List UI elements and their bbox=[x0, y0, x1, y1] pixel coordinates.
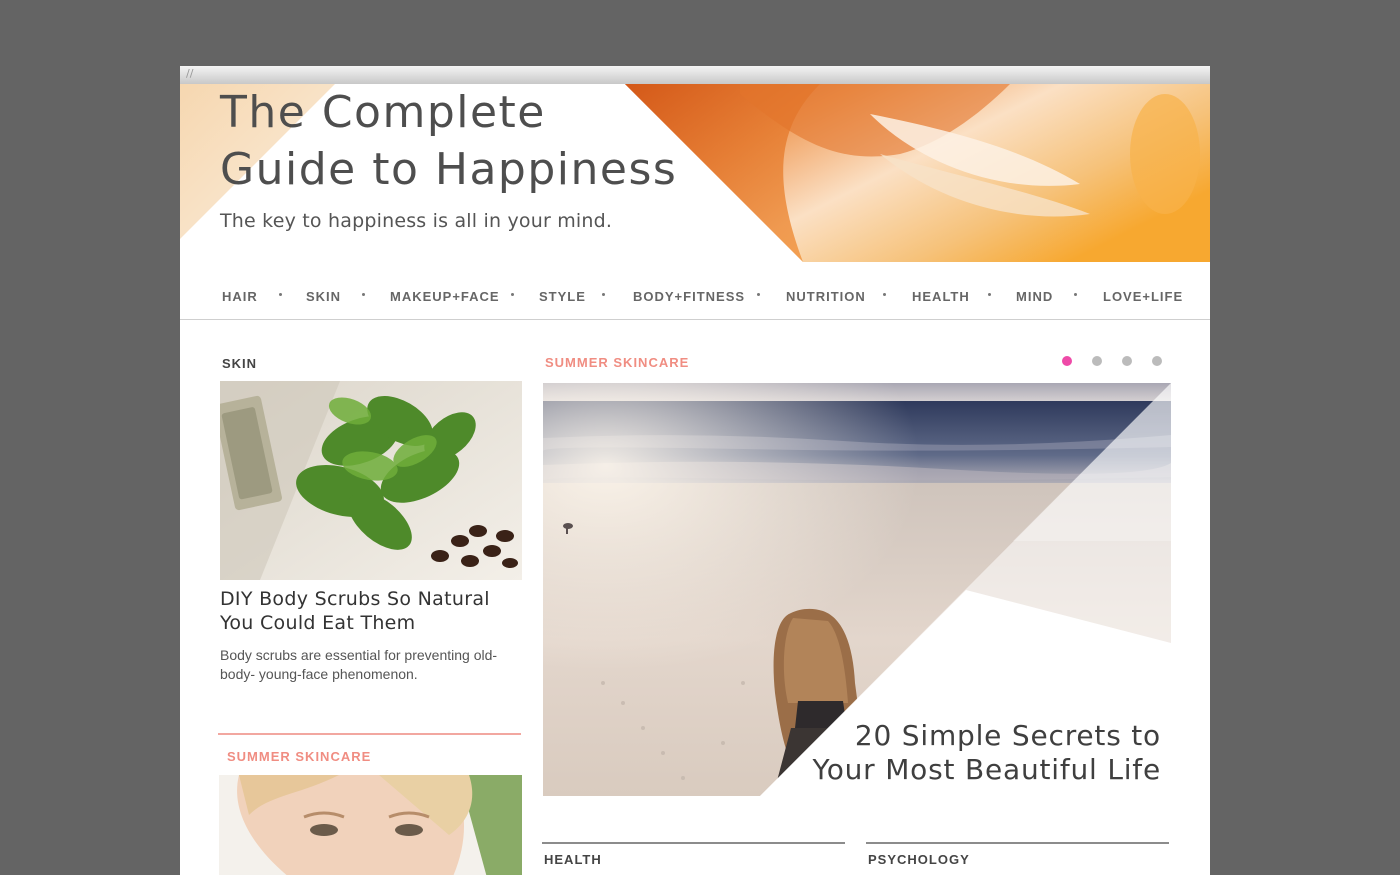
featured-article-title[interactable]: 20 Simple Secrets to Your Most Beautiful… bbox=[801, 719, 1161, 787]
nav-item-nutrition[interactable]: NUTRITION bbox=[786, 289, 866, 304]
nav-item-love-life[interactable]: LOVE+LIFE bbox=[1103, 289, 1183, 304]
article-title[interactable]: DIY Body Scrubs So Natural You Could Eat… bbox=[220, 587, 510, 635]
section-label-skin[interactable]: SKIN bbox=[222, 356, 257, 371]
resize-grip[interactable]: // bbox=[186, 67, 193, 80]
nav-item-hair[interactable]: HAIR bbox=[222, 289, 258, 304]
nav-item-makeup-face[interactable]: MAKEUP+FACE bbox=[390, 289, 500, 304]
section-divider bbox=[218, 733, 521, 735]
nav-item-body-fitness[interactable]: BODY+FITNESS bbox=[633, 289, 745, 304]
nav-separator bbox=[279, 293, 282, 296]
article-image-2[interactable] bbox=[219, 775, 522, 875]
nav-separator bbox=[602, 293, 605, 296]
section-label-health[interactable]: HEALTH bbox=[544, 852, 602, 867]
carousel-dot-4[interactable] bbox=[1152, 356, 1162, 366]
window-titlebar[interactable]: // bbox=[180, 66, 1210, 84]
section-divider bbox=[542, 842, 845, 844]
article-image[interactable] bbox=[220, 381, 522, 580]
featured-title-line-2: Your Most Beautiful Life bbox=[812, 753, 1161, 786]
section-divider bbox=[866, 842, 1169, 844]
nav-item-style[interactable]: STYLE bbox=[539, 289, 586, 304]
nav-separator bbox=[511, 293, 514, 296]
nav-item-skin[interactable]: SKIN bbox=[306, 289, 341, 304]
page-title: The Complete Guide to Happiness bbox=[220, 84, 780, 198]
nav-separator bbox=[1074, 293, 1077, 296]
section-label-psychology[interactable]: PSYCHOLOGY bbox=[868, 852, 970, 867]
carousel-dot-1[interactable] bbox=[1062, 356, 1072, 366]
category-nav: HAIR SKIN MAKEUP+FACE STYLE BODY+FITNESS… bbox=[180, 262, 1210, 320]
hero-banner: The Complete Guide to Happiness The key … bbox=[180, 84, 1210, 262]
nav-separator bbox=[757, 293, 760, 296]
nav-separator bbox=[362, 293, 365, 296]
section-label-summer-skincare[interactable]: SUMMER SKINCARE bbox=[227, 749, 371, 764]
woman-portrait-image bbox=[219, 775, 522, 875]
feature-section-label[interactable]: SUMMER SKINCARE bbox=[545, 355, 689, 370]
featured-article[interactable]: 20 Simple Secrets to Your Most Beautiful… bbox=[543, 383, 1171, 796]
nav-item-mind[interactable]: MIND bbox=[1016, 289, 1053, 304]
page-title-line-2: Guide to Happiness bbox=[220, 144, 678, 195]
carousel-dot-3[interactable] bbox=[1122, 356, 1132, 366]
nav-separator bbox=[883, 293, 886, 296]
article-description: Body scrubs are essential for preventing… bbox=[220, 647, 498, 682]
page-title-line-1: The Complete bbox=[220, 87, 546, 138]
mint-leaves-image bbox=[220, 381, 522, 580]
page-subtitle: The key to happiness is all in your mind… bbox=[220, 210, 613, 232]
nav-item-health[interactable]: HEALTH bbox=[912, 289, 970, 304]
carousel-indicator bbox=[1060, 355, 1162, 367]
featured-title-line-1: 20 Simple Secrets to bbox=[854, 719, 1161, 752]
carousel-dot-2[interactable] bbox=[1092, 356, 1102, 366]
browser-window: // The Complete Guide to Happiness The k… bbox=[180, 66, 1210, 875]
nav-separator bbox=[988, 293, 991, 296]
